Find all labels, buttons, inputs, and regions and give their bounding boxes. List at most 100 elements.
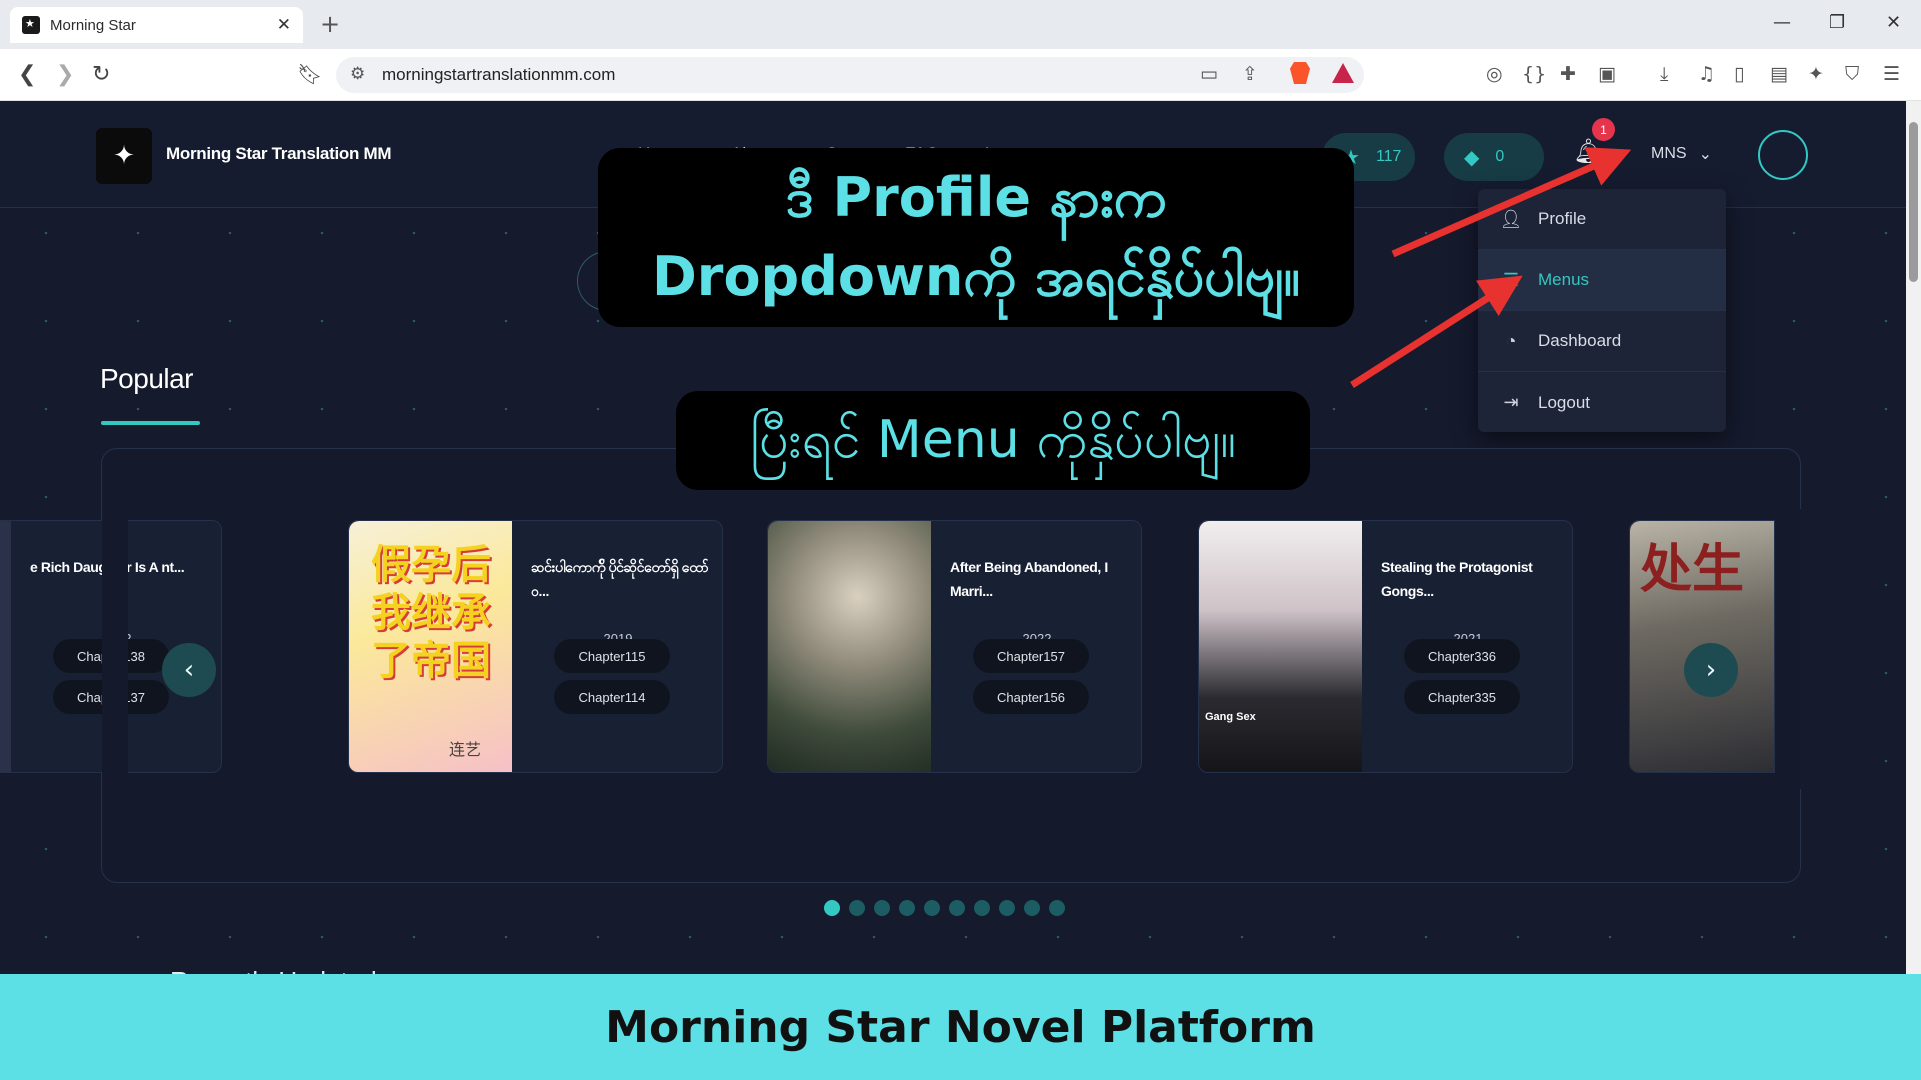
- forward-icon[interactable]: ❯: [56, 62, 74, 87]
- novel-cover: [768, 521, 931, 772]
- close-window-icon[interactable]: ✕: [1886, 12, 1901, 33]
- music-icon[interactable]: ♫: [1698, 63, 1715, 85]
- chapter-chip[interactable]: Chapter335: [1404, 680, 1520, 714]
- cover-art-text: 假孕后我继承了帝国: [371, 542, 491, 684]
- site-logo-icon[interactable]: ✦: [96, 128, 152, 184]
- dropdown-item-label: Profile: [1538, 209, 1587, 228]
- site-brand[interactable]: Morning Star Translation MM: [166, 144, 391, 164]
- novel-cover: 假孕后我继承了帝国 连艺: [349, 521, 512, 772]
- extensions-icon[interactable]: ✚: [1560, 63, 1576, 85]
- cover-art-text: 处生: [1640, 540, 1745, 600]
- chapter-chip[interactable]: Chapter336: [1404, 639, 1520, 673]
- carousel-right-mask: [1775, 509, 1801, 789]
- section-title-popular: Popular: [100, 363, 194, 394]
- minimize-icon[interactable]: —: [1773, 12, 1791, 33]
- tab-title: Morning Star: [50, 16, 136, 34]
- notification-badge: 1: [1592, 118, 1615, 141]
- profile-dropdown-toggle[interactable]: MNS ⌄: [1651, 144, 1712, 164]
- carousel-dot[interactable]: [899, 900, 915, 916]
- sidebar-icon[interactable]: ▯: [1734, 63, 1744, 85]
- carousel-dot[interactable]: [1049, 900, 1065, 916]
- logout-icon: ⇥: [1503, 392, 1519, 412]
- annotation-callout-menu: ပြီးရင် Menu ကိုနှိပ်ပါဗျ။: [676, 391, 1310, 490]
- dropdown-item-dashboard[interactable]: ◔ Dashboard: [1478, 311, 1726, 372]
- stars-count: 117: [1375, 148, 1402, 165]
- cast-icon[interactable]: ▭: [1200, 63, 1218, 85]
- site-settings-icon[interactable]: ⚙: [350, 64, 365, 84]
- leo-icon[interactable]: ✦: [1808, 63, 1824, 85]
- section-underline: [101, 421, 200, 425]
- user-icon: 👤︎: [1499, 208, 1523, 229]
- annotation-line: Dropdownကို အရင်နှိပ်ပါဗျ။: [651, 245, 1301, 308]
- new-tab-icon[interactable]: +: [320, 10, 340, 38]
- gauge-icon: ◔: [1505, 330, 1517, 351]
- json-icon[interactable]: {}: [1522, 63, 1546, 85]
- carousel-next-button[interactable]: ›: [1684, 643, 1738, 697]
- avatar[interactable]: [1758, 130, 1808, 180]
- tab-close-icon[interactable]: ✕: [277, 15, 291, 35]
- compass-icon[interactable]: ◎: [1486, 63, 1503, 85]
- bell-icon[interactable]: 🔔︎: [1573, 137, 1603, 165]
- novel-title: ဆင်းပါကောက်ို ပိုင်ဆိုင်တော်ရှိ ထော်ဝ...: [531, 559, 709, 599]
- gem-icon: ◆: [1464, 146, 1480, 169]
- dropdown-item-label: Logout: [1538, 392, 1590, 412]
- gems-count: 0: [1495, 148, 1505, 165]
- carousel-dot[interactable]: [874, 900, 890, 916]
- carousel-dot[interactable]: [974, 900, 990, 916]
- carousel-dot[interactable]: [1024, 900, 1040, 916]
- browser-tab-strip: Morning Star ✕ + — ❐ ✕: [0, 0, 1921, 49]
- chapter-chip[interactable]: Chapter156: [973, 680, 1089, 714]
- cover-caption: Gang Sex: [1205, 711, 1256, 723]
- novel-card[interactable]: After Being Abandoned, I Marri... 2022 C…: [767, 520, 1142, 773]
- novel-card[interactable]: 假孕后我继承了帝国 连艺 ဆင်းပါကောက်ို ပိုင်ဆိုင်တော…: [348, 520, 723, 773]
- carousel-dot[interactable]: [924, 900, 940, 916]
- dropdown-item-profile[interactable]: 👤︎ Profile: [1478, 189, 1726, 250]
- chapter-chip[interactable]: Chapter157: [973, 639, 1089, 673]
- chevron-down-icon: ⌄: [1698, 146, 1712, 163]
- back-icon[interactable]: ❮: [18, 62, 36, 87]
- novel-title: Stealing the Protagonist Gongs...: [1381, 559, 1533, 599]
- reader-icon[interactable]: ▣: [1598, 63, 1616, 85]
- browser-tab[interactable]: Morning Star ✕: [10, 7, 303, 43]
- restore-icon[interactable]: ❐: [1829, 12, 1845, 33]
- chapter-chip[interactable]: Chapter114: [554, 680, 670, 714]
- novel-cover: Gang Sex: [1199, 521, 1362, 772]
- annotation-line: ဒီ Profile နားက: [785, 166, 1167, 229]
- section-title-recent: Recently Updated: [170, 966, 377, 974]
- brave-rewards-icon[interactable]: [1332, 63, 1354, 83]
- novel-card[interactable]: Gang Sex Stealing the Protagonist Gongs.…: [1198, 520, 1573, 773]
- reload-icon[interactable]: ↻: [92, 62, 110, 87]
- share-icon[interactable]: ⇪: [1242, 63, 1258, 85]
- page-scrollbar-thumb[interactable]: [1909, 122, 1918, 282]
- dropdown-item-label: Dashboard: [1538, 331, 1622, 350]
- username: MNS: [1651, 145, 1687, 162]
- profile-dropdown-menu: 👤︎ Profile ☰ Menus ◔ Dashboard ⇥ Logout: [1478, 189, 1726, 432]
- dropdown-item-menus[interactable]: ☰ Menus: [1478, 250, 1726, 311]
- footer-banner: Morning Star Novel Platform: [0, 974, 1921, 1080]
- popular-carousel: e Rich Daughter Is A nt... 2022 Chapter1…: [0, 448, 1801, 916]
- wallet-icon[interactable]: ▤: [1770, 63, 1788, 85]
- bookmark-icon[interactable]: 🔖︎: [297, 62, 322, 86]
- browser-toolbar: ❮ ❯ ↻ 🔖︎ ⚙ morningstartranslationmm.com …: [0, 49, 1921, 101]
- carousel-dot[interactable]: [999, 900, 1015, 916]
- menu-icon[interactable]: ☰: [1883, 63, 1900, 85]
- chapter-chip[interactable]: Chapter115: [554, 639, 670, 673]
- url-text: morningstartranslationmm.com: [382, 65, 616, 84]
- dropdown-item-logout[interactable]: ⇥ Logout: [1478, 372, 1726, 432]
- novel-title: After Being Abandoned, I Marri...: [950, 559, 1108, 599]
- carousel-prev-button[interactable]: ‹: [162, 643, 216, 697]
- carousel-left-mask: [102, 509, 128, 789]
- dropdown-item-label: Menus: [1538, 270, 1590, 289]
- vpn-icon[interactable]: ⛉: [1845, 63, 1859, 85]
- carousel-dot[interactable]: [949, 900, 965, 916]
- annotation-callout-dropdown: ဒီ Profile နားက Dropdownကို အရင်နှိပ်ပါဗ…: [598, 148, 1354, 327]
- list-icon: ☰: [1502, 269, 1520, 290]
- carousel-dot[interactable]: [824, 900, 840, 916]
- carousel-dots: [824, 900, 1065, 916]
- site-favicon-icon: [22, 16, 40, 34]
- novel-cover: [0, 521, 11, 772]
- gems-pill[interactable]: ◆ 0: [1444, 133, 1544, 181]
- carousel-dot[interactable]: [849, 900, 865, 916]
- download-icon[interactable]: ⤓: [1660, 63, 1668, 85]
- cover-signature: 连艺: [449, 740, 482, 759]
